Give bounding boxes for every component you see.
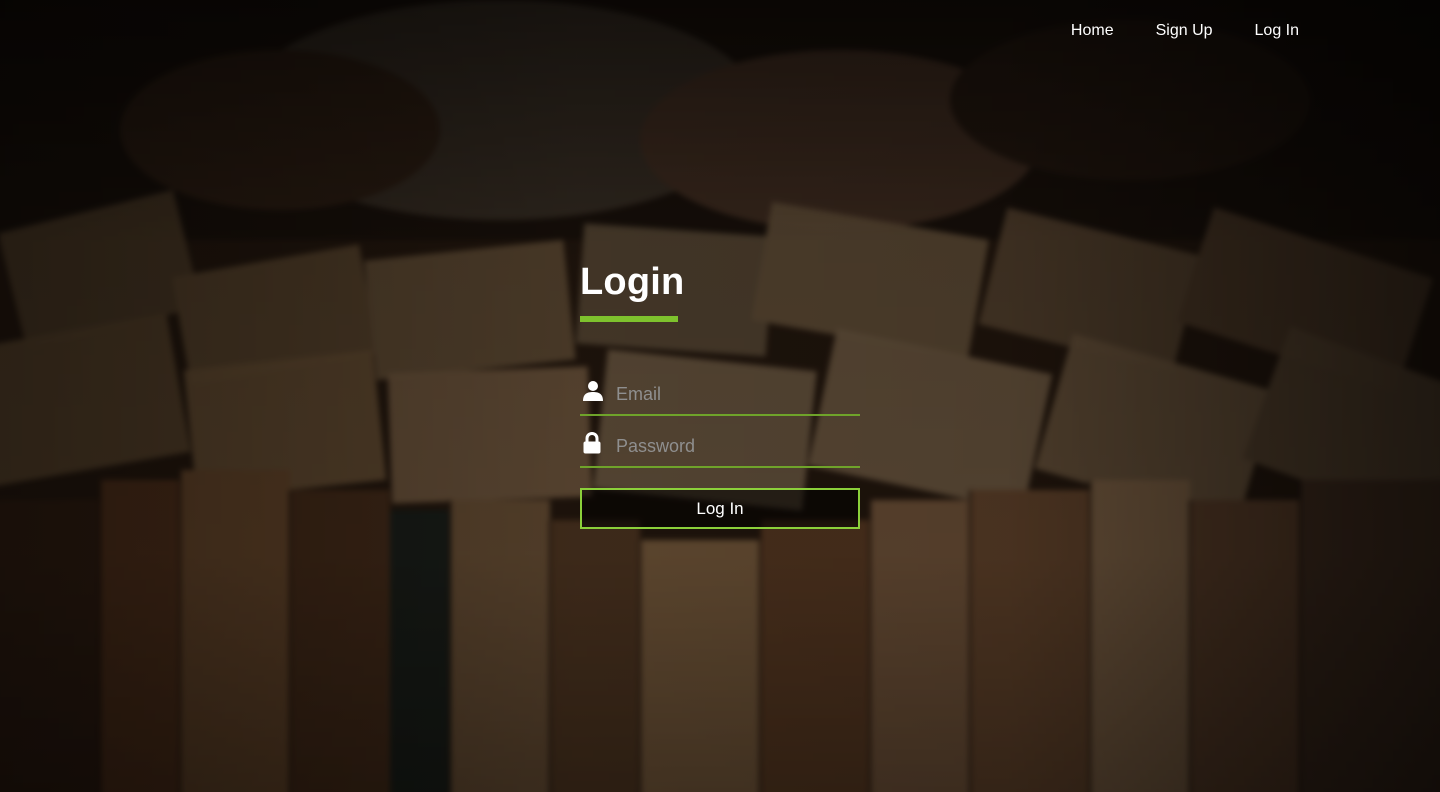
nav-signup-link[interactable]: Sign Up (1156, 20, 1213, 42)
password-input[interactable] (608, 428, 860, 464)
user-icon (582, 380, 608, 402)
nav-home-link[interactable]: Home (1071, 20, 1114, 42)
top-nav: Home Sign Up Log In (1029, 20, 1299, 42)
password-field (580, 426, 860, 468)
login-title: Login (580, 261, 685, 303)
lock-icon (582, 432, 608, 454)
login-page: Home Sign Up Log In Login L (0, 0, 1440, 792)
nav-login-link[interactable]: Log In (1255, 20, 1299, 42)
login-button[interactable]: Log In (580, 488, 860, 529)
email-input[interactable] (608, 376, 860, 412)
email-field (580, 374, 860, 416)
title-underline (580, 316, 678, 322)
login-form: Login Log In (580, 258, 860, 529)
